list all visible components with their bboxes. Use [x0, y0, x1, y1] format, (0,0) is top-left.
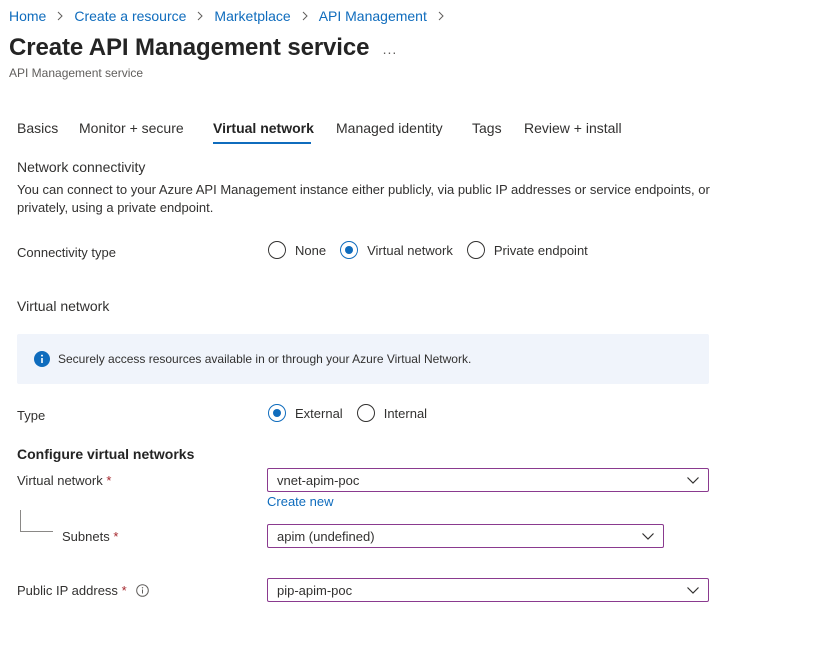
connectivity-type-label: Connectivity type — [17, 245, 116, 260]
radio-label: None — [295, 242, 327, 258]
required-marker: * — [121, 583, 127, 598]
tab-tags[interactable]: Tags — [472, 118, 502, 142]
radio-button-checked[interactable] — [268, 404, 286, 422]
radio-virtual-network[interactable]: Virtual network — [340, 241, 453, 259]
type-label: Type — [17, 408, 46, 423]
chevron-right-icon — [192, 8, 208, 24]
active-tab-indicator — [213, 142, 311, 144]
tab-managed-identity[interactable]: Managed identity — [336, 118, 443, 142]
info-circle-icon[interactable] — [136, 584, 150, 597]
chevron-down-icon — [686, 473, 700, 487]
network-connectivity-heading: Network connectivity — [17, 159, 146, 175]
info-banner: Securely access resources available in o… — [17, 334, 709, 384]
info-icon — [34, 351, 50, 367]
page-subtitle: API Management service — [9, 66, 144, 80]
configure-virtual-networks-heading: Configure virtual networks — [17, 446, 195, 462]
tree-connector-line — [20, 510, 53, 532]
breadcrumb-home[interactable]: Home — [9, 8, 46, 24]
public-ip-dropdown[interactable]: pip-apim-poc — [267, 578, 709, 602]
breadcrumb-create-resource[interactable]: Create a resource — [74, 8, 186, 24]
required-marker: * — [113, 529, 119, 544]
virtual-network-dropdown-value: vnet-apim-poc — [277, 472, 360, 488]
tab-review-install[interactable]: Review + install — [524, 118, 622, 142]
create-new-link[interactable]: Create new — [267, 494, 333, 509]
tab-monitor-secure[interactable]: Monitor + secure — [79, 118, 184, 142]
page-title: Create API Management service — [9, 34, 370, 61]
radio-internal[interactable]: Internal — [356, 404, 428, 422]
radio-button[interactable] — [356, 404, 375, 422]
chevron-right-icon — [52, 8, 68, 24]
virtual-network-label-text: Virtual network — [17, 473, 103, 488]
radio-button[interactable] — [466, 241, 485, 259]
network-connectivity-description: You can connect to your Azure API Manage… — [17, 182, 710, 215]
chevron-down-icon — [641, 529, 655, 543]
virtual-network-dropdown[interactable]: vnet-apim-poc — [267, 468, 709, 492]
radio-label: Private endpoint — [493, 242, 588, 258]
breadcrumb-marketplace[interactable]: Marketplace — [214, 8, 290, 24]
connectivity-type-radio-group: None Virtual network Private endpoint — [268, 240, 602, 260]
radio-label: Virtual network — [367, 242, 453, 258]
tab-basics[interactable]: Basics — [17, 118, 58, 142]
type-radio-group: External Internal — [268, 403, 441, 423]
radio-private-endpoint[interactable]: Private endpoint — [466, 241, 588, 259]
radio-label: External — [295, 405, 343, 421]
radio-none[interactable]: None — [268, 241, 326, 259]
subnets-dropdown-value: apim (undefined) — [277, 528, 375, 544]
radio-button[interactable] — [268, 241, 286, 259]
subnets-label-text: Subnets — [62, 529, 110, 544]
chevron-right-icon — [433, 8, 449, 24]
radio-label: Internal — [383, 405, 428, 421]
virtual-network-field-label: Virtual network * — [17, 473, 111, 488]
virtual-network-heading: Virtual network — [17, 298, 110, 314]
public-ip-label-text: Public IP address — [17, 583, 118, 598]
radio-external[interactable]: External — [268, 404, 343, 422]
public-ip-dropdown-value: pip-apim-poc — [277, 582, 353, 598]
subnets-field-label: Subnets * — [62, 529, 118, 544]
info-banner-text: Securely access resources available in o… — [58, 352, 472, 366]
required-marker: * — [106, 473, 112, 488]
tab-virtual-network[interactable]: Virtual network — [213, 118, 314, 144]
tab-virtual-network-label: Virtual network — [213, 120, 314, 136]
more-options-button[interactable]: ... — [381, 38, 399, 60]
chevron-right-icon — [297, 8, 313, 24]
breadcrumb: Home Create a resource Marketplace API M… — [9, 7, 455, 25]
radio-button-checked[interactable] — [340, 241, 359, 259]
public-ip-field-label: Public IP address * — [17, 583, 150, 598]
subnets-dropdown[interactable]: apim (undefined) — [267, 524, 664, 548]
breadcrumb-api-management[interactable]: API Management — [319, 8, 427, 24]
chevron-down-icon — [686, 583, 700, 597]
